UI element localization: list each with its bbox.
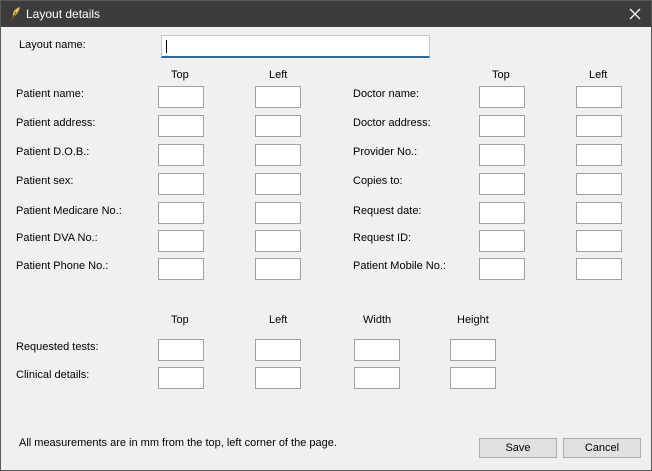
request-date-left-input[interactable] [576, 202, 622, 224]
clinical-details-height-input[interactable] [450, 367, 496, 389]
patient-medicare-top-input[interactable] [158, 202, 204, 224]
request-id-left-input[interactable] [576, 230, 622, 252]
patient-mobile-left-input[interactable] [576, 258, 622, 280]
clinical-details-width-input[interactable] [354, 367, 400, 389]
patient-dob-top-input[interactable] [158, 144, 204, 166]
close-button[interactable] [619, 1, 651, 27]
requested-tests-top-input[interactable] [158, 339, 204, 361]
request-id-label: Request ID: [353, 232, 412, 244]
patient-dva-left-input[interactable] [255, 230, 301, 252]
doctor-address-top-input[interactable] [479, 115, 525, 137]
request-id-top-input[interactable] [479, 230, 525, 252]
area-left-header: Left [269, 314, 288, 326]
patient-medicare-left-input[interactable] [255, 202, 301, 224]
doctor-name-top-input[interactable] [479, 86, 525, 108]
save-button[interactable]: Save [479, 438, 557, 458]
doctor-name-left-input[interactable] [576, 86, 622, 108]
patient-dob-left-input[interactable] [255, 144, 301, 166]
area-top-header: Top [171, 314, 189, 326]
patient-name-left-input[interactable] [255, 86, 301, 108]
patient-dob-label: Patient D.O.B.: [16, 146, 90, 158]
patient-address-top-input[interactable] [158, 115, 204, 137]
provider-no-label: Provider No.: [353, 146, 418, 158]
patient-left-header: Left [269, 69, 288, 81]
close-icon [629, 8, 641, 20]
layout-name-input[interactable] [161, 35, 430, 58]
text-caret [166, 40, 167, 53]
doctor-address-left-input[interactable] [576, 115, 622, 137]
doctor-left-header: Left [589, 69, 608, 81]
requested-tests-left-input[interactable] [255, 339, 301, 361]
request-date-top-input[interactable] [479, 202, 525, 224]
patient-sex-top-input[interactable] [158, 173, 204, 195]
feather-app-icon [10, 7, 20, 22]
title-bar[interactable]: Layout details [1, 1, 651, 27]
patient-top-header: Top [171, 69, 189, 81]
copies-to-top-input[interactable] [479, 173, 525, 195]
patient-name-top-input[interactable] [158, 86, 204, 108]
patient-dva-top-input[interactable] [158, 230, 204, 252]
layout-details-dialog: Layout details Layout name: Top Left Top… [0, 0, 652, 471]
patient-mobile-label: Patient Mobile No.: [353, 260, 446, 272]
copies-to-label: Copies to: [353, 175, 403, 187]
area-width-header: Width [363, 314, 392, 326]
patient-dva-label: Patient DVA No.: [16, 232, 98, 244]
doctor-top-header: Top [492, 69, 510, 81]
patient-name-label: Patient name: [16, 88, 84, 100]
requested-tests-height-input[interactable] [450, 339, 496, 361]
provider-no-left-input[interactable] [576, 144, 622, 166]
area-height-header: Height [457, 314, 489, 326]
clinical-details-left-input[interactable] [255, 367, 301, 389]
requested-tests-width-input[interactable] [354, 339, 400, 361]
requested-tests-label: Requested tests: [16, 341, 99, 353]
patient-address-label: Patient address: [16, 117, 96, 129]
provider-no-top-input[interactable] [479, 144, 525, 166]
copies-to-left-input[interactable] [576, 173, 622, 195]
patient-mobile-top-input[interactable] [479, 258, 525, 280]
request-date-label: Request date: [353, 205, 422, 217]
patient-phone-top-input[interactable] [158, 258, 204, 280]
clinical-details-label: Clinical details: [16, 369, 90, 381]
patient-sex-left-input[interactable] [255, 173, 301, 195]
cancel-button[interactable]: Cancel [563, 438, 641, 458]
patient-address-left-input[interactable] [255, 115, 301, 137]
doctor-name-label: Doctor name: [353, 88, 420, 100]
patient-phone-left-input[interactable] [255, 258, 301, 280]
patient-phone-label: Patient Phone No.: [16, 260, 109, 272]
layout-name-label: Layout name: [19, 39, 86, 51]
patient-medicare-label: Patient Medicare No.: [16, 205, 122, 217]
clinical-details-top-input[interactable] [158, 367, 204, 389]
doctor-address-label: Doctor address: [353, 117, 431, 129]
measurement-note: All measurements are in mm from the top,… [19, 437, 337, 449]
window-title: Layout details [26, 7, 101, 21]
patient-sex-label: Patient sex: [16, 175, 74, 187]
